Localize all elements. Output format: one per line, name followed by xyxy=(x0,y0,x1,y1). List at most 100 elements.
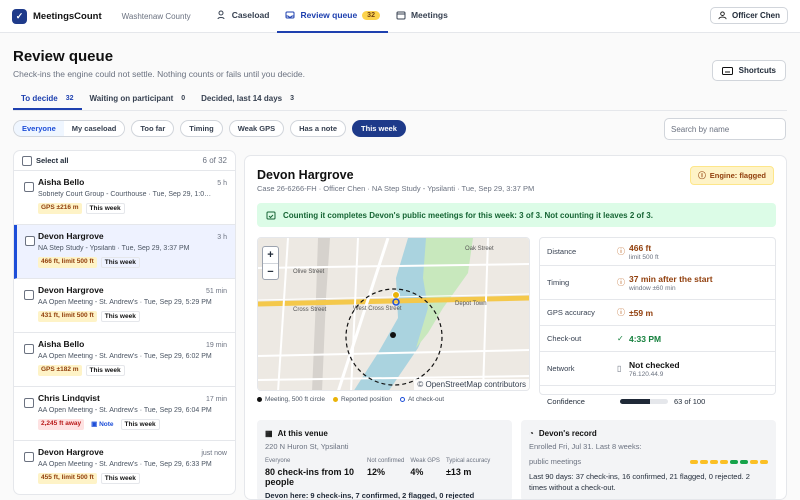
row-checkbox[interactable] xyxy=(24,182,34,192)
keyboard-icon xyxy=(721,66,733,75)
week-pip xyxy=(720,459,728,464)
factor-label: Check-out xyxy=(547,334,582,343)
tab-decided[interactable]: Decided, last 14 days 3 xyxy=(193,88,302,110)
participant-name: Devon Hargrove xyxy=(257,168,354,182)
factor-label: Timing xyxy=(547,278,570,287)
stat-accuracy: Typical accuracy ±13 m xyxy=(446,458,490,487)
tab-count: 0 xyxy=(181,94,186,102)
detail-panel: Devon Hargrove Case 26-6266-FH · Officer… xyxy=(244,155,787,500)
list-item-selected[interactable]: Devon Hargrove 3 h NA Step Study - Ypsil… xyxy=(14,225,235,279)
legend-checkout: At check-out xyxy=(399,396,445,403)
item-flag-tag: GPS ±182 m xyxy=(38,365,82,376)
queue-tabs: To decide 32 Waiting on participant 0 Deci… xyxy=(13,88,787,111)
item-week-tag: This week xyxy=(85,365,125,376)
svg-text:Oak Street: Oak Street xyxy=(465,246,494,252)
warning-icon: ⓘ xyxy=(617,308,625,317)
week-pip xyxy=(740,459,748,464)
list-item[interactable]: Devon Hargrove 51 min AA Open Meeting - … xyxy=(14,279,235,333)
svg-text:Olive Street: Olive Street xyxy=(293,269,325,275)
week-pip xyxy=(700,459,708,464)
item-flag-tag: GPS ±216 m xyxy=(38,203,82,214)
zoom-in-button[interactable]: + xyxy=(263,247,278,263)
warning-icon: ⓘ xyxy=(617,278,625,287)
nav-meetings[interactable]: Meetings xyxy=(388,0,456,33)
shortcuts-button[interactable]: Shortcuts xyxy=(711,60,786,81)
item-desc: AA Open Meeting - St. Andrew's · Tue, Se… xyxy=(38,407,212,414)
stat-label: Typical accuracy xyxy=(445,458,491,464)
legend-checkout-label: At check-out xyxy=(407,396,445,403)
filter-has-note[interactable]: Has a note xyxy=(290,120,347,137)
week-pip xyxy=(710,459,718,464)
factor-table: Distance ⓘ 466 ft limit 500 ft Timing ⓘ 3… xyxy=(539,237,776,406)
tab-label: Decided, last 14 days xyxy=(201,93,283,103)
item-flag-tag: 455 ft, limit 500 ft xyxy=(38,473,97,484)
venue-card: ▦ At this venue 220 N Huron St, Ypsilanti… xyxy=(257,420,512,499)
stat-everyone: Everyone 80 check-ins from 10 people xyxy=(265,458,361,487)
tab-count: 3 xyxy=(290,94,294,102)
filter-weak-gps[interactable]: Weak GPS xyxy=(228,120,285,137)
officer-menu-button[interactable]: Officer Chen xyxy=(709,7,788,24)
filter-my-caseload[interactable]: My caseload xyxy=(63,121,125,136)
factor-value: 37 min after the start window ±60 min xyxy=(629,274,713,292)
factor-label: Distance xyxy=(547,247,577,256)
tab-to-decide[interactable]: To decide 32 xyxy=(13,88,82,110)
engine-status-badge: ⓘ Engine: flagged xyxy=(690,166,774,185)
svg-text:West Cross Street: West Cross Street xyxy=(353,306,402,312)
row-checkbox[interactable] xyxy=(24,398,34,408)
list-item[interactable]: Chris Lindqvist 17 min AA Open Meeting -… xyxy=(14,387,235,441)
brand[interactable]: ✓ MeetingsCount xyxy=(12,8,102,24)
check-icon: ✓ xyxy=(617,334,624,343)
item-note-tag: ▣ Note xyxy=(91,421,114,428)
row-checkbox[interactable] xyxy=(25,236,35,246)
check-logo-icon: ✓ xyxy=(12,8,27,24)
people-icon xyxy=(217,10,225,20)
item-time: 51 min xyxy=(205,288,227,295)
inbox-icon xyxy=(285,11,295,19)
user-icon: ◔ xyxy=(529,429,534,438)
user-icon xyxy=(718,11,727,20)
select-all-checkbox[interactable] xyxy=(22,155,32,166)
item-time: just now xyxy=(201,450,227,457)
stat-value: 12% xyxy=(367,467,386,477)
tab-waiting[interactable]: Waiting on participant 0 xyxy=(82,88,194,110)
list-item[interactable]: Aisha Bello 5 h Sobriety Court Group - C… xyxy=(14,171,235,225)
legend-reported: Reported position xyxy=(332,396,392,403)
week-pip xyxy=(690,459,698,464)
record-summary: Last 90 days: 37 check-ins, 16 confirmed… xyxy=(529,472,750,493)
zoom-out-button[interactable]: − xyxy=(263,263,278,279)
filter-too-far[interactable]: Too far xyxy=(131,120,175,137)
row-checkbox[interactable] xyxy=(24,452,34,462)
item-week-tag: This week xyxy=(85,203,125,214)
weekly-history: public meetings xyxy=(529,457,768,466)
stat-not-confirmed: Not confirmed 12% xyxy=(367,458,404,487)
list-count: 6 of 32 xyxy=(202,156,227,165)
item-name: Devon Hargrove xyxy=(38,285,104,295)
case-line: Case 26-6266-FH · Officer Chen · NA Step… xyxy=(257,184,535,193)
shortcuts-label: Shortcuts xyxy=(738,66,776,75)
list-item[interactable]: Devon Hargrove just now AA Open Meeting … xyxy=(14,441,235,494)
map-legend: Meeting, 500 ft circle Reported position… xyxy=(257,396,444,403)
nav-review-queue[interactable]: Review queue 32 xyxy=(277,0,388,33)
record-title: ◔ Devon's record xyxy=(529,429,768,438)
stat-weak-gps: Weak GPS 4% xyxy=(410,458,440,487)
item-week-tag: This week xyxy=(100,473,140,484)
search-input[interactable]: Search by name xyxy=(664,118,786,140)
filter-timing[interactable]: Timing xyxy=(180,120,223,137)
filter-everyone[interactable]: Everyone xyxy=(14,121,64,136)
stat-label: Not confirmed xyxy=(367,458,405,464)
filter-this-week[interactable]: This week xyxy=(352,120,406,137)
map-attribution[interactable]: © OpenStreetMap contributors xyxy=(414,379,529,390)
location-map[interactable]: Oak Street Depot Town Cross Street West … xyxy=(257,237,530,391)
row-checkbox[interactable] xyxy=(24,344,34,354)
legend-meeting-label: Meeting, 500 ft circle xyxy=(265,396,325,403)
item-week-tag: This week xyxy=(120,419,160,430)
select-all-label: Select all xyxy=(36,156,69,165)
item-time: 19 min xyxy=(205,342,227,349)
list-item[interactable]: Aisha Bello 19 min AA Open Meeting - St.… xyxy=(14,333,235,387)
nav-review-label: Review queue xyxy=(300,10,358,20)
stat-label: Everyone xyxy=(265,458,291,464)
note-label: Note xyxy=(99,421,114,428)
row-checkbox[interactable] xyxy=(24,290,34,300)
nav-caseload[interactable]: Caseload xyxy=(209,0,278,33)
review-count-badge: 32 xyxy=(362,10,380,20)
